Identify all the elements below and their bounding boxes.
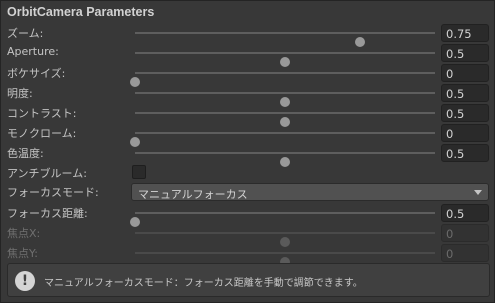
value-field[interactable]: 0.75 [441,24,489,42]
slider-track [135,232,435,247]
antibloom-checkbox[interactable] [132,165,146,179]
slider-label: 焦点X: [7,227,41,240]
slider-track[interactable] [135,92,435,107]
value-field[interactable]: 0.5 [441,44,489,62]
slider-track[interactable] [135,112,435,127]
focus-mode-dropdown[interactable]: マニュアルフォーカス [131,183,489,201]
slider-track[interactable] [135,152,435,167]
panel-title: OrbitCamera Parameters [7,5,155,19]
slider-track [135,252,435,267]
slider-label: フォーカス距離: [7,207,88,220]
toggle-row-antibloom: アンチブルーム: [1,163,495,183]
help-box: ! マニュアルフォーカスモード：フォーカス距離を手動で調節できます。 [7,263,490,297]
toggle-label: アンチブルーム: [7,167,87,180]
slider-track[interactable] [130,132,435,147]
info-icon: ! [15,271,35,291]
slider-row-color-temperature: 色温度: 0.5 [1,143,495,167]
dropdown-selected-value: マニュアルフォーカス [138,188,248,201]
value-field[interactable]: 0.5 [441,204,489,222]
slider-row-focus-distance: フォーカス距離: 0.5 [1,203,495,227]
slider-row-contrast: コントラスト: 0.5 [1,103,495,127]
value-field[interactable]: 0 [441,64,489,82]
slider-track[interactable] [135,52,435,67]
dropdown-label: フォーカスモード: [7,186,99,199]
chevron-down-icon [474,190,482,195]
slider-label: コントラスト: [7,107,77,120]
slider-row-zoom: ズーム: 0.75 [1,23,495,47]
value-field[interactable]: 0 [441,124,489,142]
value-field[interactable]: 0.5 [441,144,489,162]
slider-label: ボケサイズ: [7,67,66,80]
slider-label: 焦点Y: [7,247,38,260]
value-field: 0 [441,244,489,262]
slider-row-focus-y: 焦点Y: 0 [1,243,495,267]
slider-track[interactable] [130,72,435,87]
slider-row-monochrome: モノクローム: 0 [1,123,495,147]
slider-row-brightness: 明度: 0.5 [1,83,495,107]
orbit-camera-parameters-panel: OrbitCamera Parameters ズーム: 0.75 Apertur… [0,0,495,303]
slider-row-bokeh-size: ボケサイズ: 0 [1,63,495,87]
value-field[interactable]: 0.5 [441,84,489,102]
slider-track[interactable] [130,212,435,227]
slider-label: Aperture: [7,45,59,58]
slider-label: ズーム: [7,27,44,40]
dropdown-row-focus-mode: フォーカスモード: マニュアルフォーカス [1,182,495,202]
slider-track[interactable] [135,32,435,47]
slider-row-aperture: Aperture: 0.5 [1,43,495,67]
value-field: 0 [441,224,489,242]
value-field[interactable]: 0.5 [441,104,489,122]
slider-label: 明度: [7,87,33,100]
slider-label: モノクローム: [7,127,77,140]
slider-label: 色温度: [7,147,44,160]
slider-row-focus-x: 焦点X: 0 [1,223,495,247]
help-text: マニュアルフォーカスモード：フォーカス距離を手動で調節できます。 [44,278,363,289]
